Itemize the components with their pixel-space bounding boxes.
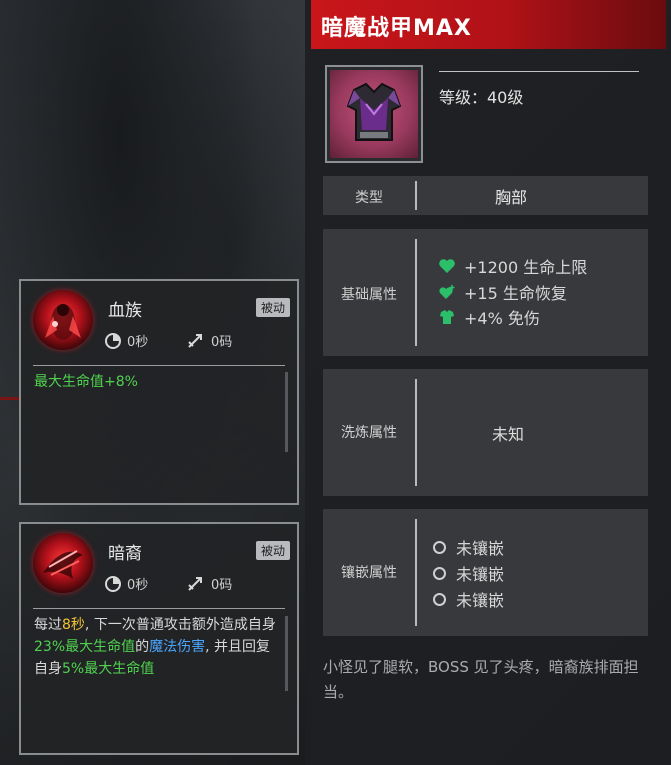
scrollbar[interactable] [285,616,288,691]
divider [415,519,417,626]
type-value: 胸部 [495,188,528,207]
range-value: 0码 [211,578,233,593]
attribute-text: +15 生命恢复 [464,284,567,303]
passive-badge: 被动 [255,298,290,317]
base-attributes-label: 基础属性 [341,287,397,303]
scrollbar[interactable] [285,372,288,452]
skill-description: 最大生命值+8% [34,371,283,393]
refine-attributes-label: 洗炼属性 [341,425,397,441]
socket-status: 未镶嵌 [456,591,505,610]
heart-plus-icon [439,285,455,299]
item-header: 暗魔战甲MAX [311,0,666,49]
item-flavor-text: 小怪见了腿软，BOSS 见了头疼，暗裔族排面担当。 [323,658,639,701]
socket-slot[interactable]: 未镶嵌 [433,587,504,611]
refine-attributes-row: 洗炼属性 未知 [323,369,648,496]
item-level: 等级：40级 [439,88,524,107]
dark-descendant-skill-icon [33,533,93,593]
range-icon [188,333,202,348]
description-segment: 8秒 [62,617,85,633]
cooldown-icon [105,575,121,592]
divider [415,239,417,346]
divider [33,365,285,366]
type-label: 类型 [355,190,383,206]
description-segment: 5%最大生命值 [62,661,155,677]
socket-status: 未镶嵌 [456,539,505,558]
heart-icon [439,259,455,273]
skill-description: 每过8秒, 下一次普通攻击额外造成自身23%最大生命值的魔法伤害, 并且回复自身… [34,614,283,680]
attribute-hp-regen: +15 生命恢复 [438,280,567,304]
socket-status: 未镶嵌 [456,565,505,584]
description-segment: 最大生命值+8% [34,374,138,390]
range-value: 0码 [211,335,233,350]
item-type-row: 类型 胸部 [323,176,648,215]
item-icon-frame[interactable] [325,65,423,163]
socket-slot[interactable]: 未镶嵌 [433,535,504,559]
attribute-max-hp: +1200 生命上限 [438,254,587,278]
empty-socket-icon [433,566,446,580]
divider [415,181,417,210]
cooldown-stat: 0秒 [105,331,148,350]
description-segment: 魔法伤害 [149,639,206,655]
skill-card-bloodline[interactable]: 血族 被动 0秒 0码 最大生命值+8% [19,279,299,505]
skill-name: 血族 [108,301,142,321]
attribute-text: +4% 免伤 [464,309,540,328]
description-segment: 的 [135,639,150,655]
cooldown-value: 0秒 [127,335,149,350]
empty-socket-icon [433,540,446,554]
divider [33,608,285,609]
cooldown-stat: 0秒 [105,574,148,593]
range-stat: 0码 [187,574,232,593]
passive-badge: 被动 [255,541,290,560]
background-accent [0,397,20,400]
socket-attributes-label: 镶嵌属性 [341,565,397,581]
item-detail-panel: 暗魔战甲MAX 等级：40级 类型 胸部 基础属性 +1200 生命上限 +15… [305,0,671,765]
blood-clan-skill-icon [33,290,93,350]
skill-card-dark-descendant[interactable]: 暗裔 被动 0秒 0码 每过8秒, 下一次普通攻击额外造成自身 23%最大生命值的… [19,522,299,755]
description-segment: 每过 [34,617,62,633]
attribute-text: +1200 生命上限 [464,258,588,277]
chest-armor-icon [330,70,418,158]
attribute-damage-reduction: +4% 免伤 [438,305,540,329]
range-icon [188,576,202,591]
socket-slot[interactable]: 未镶嵌 [433,561,504,585]
item-title: 暗魔战甲MAX [321,16,472,41]
base-attributes-row: 基础属性 +1200 生命上限 +15 生命恢复 +4% 免伤 [323,229,648,356]
divider [439,71,639,72]
description-segment: 23%最大生命值 [34,639,136,655]
socket-attributes-row: 镶嵌属性 未镶嵌 未镶嵌 未镶嵌 [323,509,648,636]
empty-socket-icon [433,592,446,606]
cooldown-value: 0秒 [127,578,149,593]
skill-name: 暗裔 [108,544,142,564]
armor-icon [440,310,454,324]
refine-value: 未知 [492,425,525,444]
divider [415,379,417,486]
description-segment: , 下一次普通攻击额外造成自身 [84,617,276,633]
range-stat: 0码 [187,331,232,350]
cooldown-icon [105,332,121,349]
